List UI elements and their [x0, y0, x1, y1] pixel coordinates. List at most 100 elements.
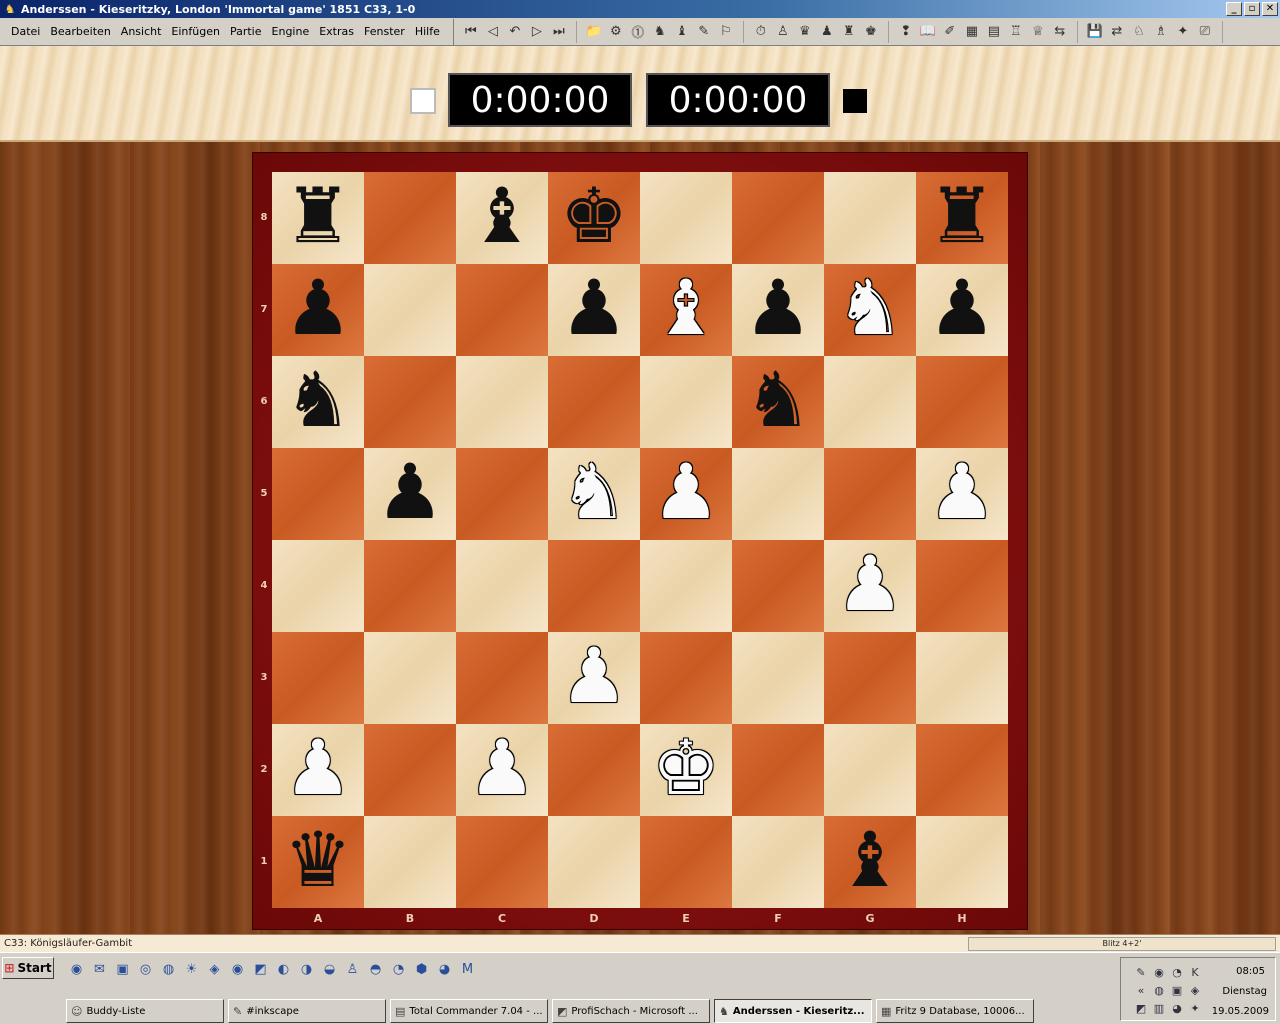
square-a1[interactable]: ♛ [272, 816, 364, 908]
white-king-icon[interactable]: ♚ [652, 730, 720, 806]
toolbar-group5-icon-4[interactable]: ✦ [1172, 21, 1194, 43]
toolbar-group4-icon-2[interactable]: ✐ [939, 21, 961, 43]
quicklaunch-icon-15[interactable]: ⬢ [411, 959, 432, 980]
menu-item-2[interactable]: Ansicht [116, 25, 167, 38]
toolbar-group2-icon-1[interactable]: ⚙ [605, 21, 627, 43]
toolbar-nav-icon-1[interactable]: ◁ [482, 21, 504, 43]
quicklaunch-icon-7[interactable]: ◉ [227, 959, 248, 980]
square-g3[interactable] [824, 632, 916, 724]
square-e1[interactable] [640, 816, 732, 908]
close-button[interactable]: ✕ [1262, 2, 1278, 16]
square-e6[interactable] [640, 356, 732, 448]
toolbar-nav-icon-0[interactable]: ⏮ [460, 21, 482, 43]
square-g8[interactable] [824, 172, 916, 264]
square-e3[interactable] [640, 632, 732, 724]
white-pawn-icon[interactable]: ♟ [928, 454, 996, 530]
taskbar-button-2[interactable]: ▤ Total Commander 7.04 - ... [390, 999, 548, 1023]
menu-item-5[interactable]: Engine [267, 25, 315, 38]
toolbar-group2-icon-0[interactable]: 📁 [583, 21, 605, 43]
menu-item-3[interactable]: Einfügen [166, 25, 225, 38]
toolbar-group5-icon-1[interactable]: ⇄ [1106, 21, 1128, 43]
square-c5[interactable] [456, 448, 548, 540]
square-h4[interactable] [916, 540, 1008, 632]
square-b3[interactable] [364, 632, 456, 724]
square-e5[interactable]: ♟ [640, 448, 732, 540]
taskbar-button-5[interactable]: ▦ Fritz 9 Database, 10006... [876, 999, 1034, 1023]
square-d3[interactable]: ♟ [548, 632, 640, 724]
square-d6[interactable] [548, 356, 640, 448]
menu-item-8[interactable]: Hilfe [410, 25, 445, 38]
square-c3[interactable] [456, 632, 548, 724]
black-king-icon[interactable]: ♚ [560, 178, 628, 254]
toolbar-group4-icon-6[interactable]: ♕ [1027, 21, 1049, 43]
square-h3[interactable] [916, 632, 1008, 724]
square-d1[interactable] [548, 816, 640, 908]
square-h6[interactable] [916, 356, 1008, 448]
square-g4[interactable]: ♟ [824, 540, 916, 632]
quicklaunch-icon-5[interactable]: ☀ [181, 959, 202, 980]
quicklaunch-icon-0[interactable]: ◉ [66, 959, 87, 980]
toolbar-group4-icon-5[interactable]: ♖ [1005, 21, 1027, 43]
toolbar-group2-icon-6[interactable]: ⚐ [715, 21, 737, 43]
square-f5[interactable] [732, 448, 824, 540]
square-b8[interactable] [364, 172, 456, 264]
quicklaunch-icon-17[interactable]: M [457, 959, 478, 980]
square-f1[interactable] [732, 816, 824, 908]
toolbar-group3-icon-5[interactable]: ♚ [860, 21, 882, 43]
black-pawn-icon[interactable]: ♟ [744, 270, 812, 346]
toolbar-group5-icon-5[interactable]: ⎚ [1194, 21, 1216, 43]
white-pawn-icon[interactable]: ♟ [284, 730, 352, 806]
black-pawn-icon[interactable]: ♟ [928, 270, 996, 346]
toolbar-group2-icon-5[interactable]: ✎ [693, 21, 715, 43]
toolbar-group4-icon-3[interactable]: ▦ [961, 21, 983, 43]
menu-item-7[interactable]: Fenster [359, 25, 410, 38]
tray-icon-3[interactable]: K [1187, 964, 1203, 980]
square-f4[interactable] [732, 540, 824, 632]
square-c1[interactable] [456, 816, 548, 908]
maximize-button[interactable]: ▫ [1244, 2, 1260, 16]
toolbar-group4-icon-1[interactable]: 📖 [917, 21, 939, 43]
white-pawn-icon[interactable]: ♟ [560, 638, 628, 714]
square-d2[interactable] [548, 724, 640, 816]
square-h5[interactable]: ♟ [916, 448, 1008, 540]
quicklaunch-icon-4[interactable]: ◍ [158, 959, 179, 980]
tray-icon-8[interactable]: ◩ [1133, 1000, 1149, 1016]
square-a3[interactable] [272, 632, 364, 724]
tray-icon-7[interactable]: ◈ [1187, 982, 1203, 998]
toolbar-group2-icon-4[interactable]: ♝ [671, 21, 693, 43]
start-button[interactable]: ⊞ Start [2, 957, 54, 979]
square-b5[interactable]: ♟ [364, 448, 456, 540]
quicklaunch-icon-8[interactable]: ◩ [250, 959, 271, 980]
taskbar-button-3[interactable]: ◩ ProfiSchach - Microsoft ... [552, 999, 710, 1023]
square-e7[interactable]: ♝ [640, 264, 732, 356]
square-a5[interactable] [272, 448, 364, 540]
tray-icon-6[interactable]: ▣ [1169, 982, 1185, 998]
square-a7[interactable]: ♟ [272, 264, 364, 356]
black-pawn-icon[interactable]: ♟ [376, 454, 444, 530]
square-c6[interactable] [456, 356, 548, 448]
white-pawn-icon[interactable]: ♟ [468, 730, 536, 806]
square-g1[interactable]: ♝ [824, 816, 916, 908]
square-f8[interactable] [732, 172, 824, 264]
toolbar-group4-icon-0[interactable]: ❢ [895, 21, 917, 43]
quicklaunch-icon-2[interactable]: ▣ [112, 959, 133, 980]
quicklaunch-icon-12[interactable]: ♙ [342, 959, 363, 980]
white-pawn-icon[interactable]: ♟ [836, 546, 904, 622]
square-f3[interactable] [732, 632, 824, 724]
tray-icon-9[interactable]: ▥ [1151, 1000, 1167, 1016]
toolbar-group5-icon-3[interactable]: ♗ [1150, 21, 1172, 43]
black-pawn-icon[interactable]: ♟ [284, 270, 352, 346]
square-f6[interactable]: ♞ [732, 356, 824, 448]
square-h1[interactable] [916, 816, 1008, 908]
quicklaunch-icon-13[interactable]: ◓ [365, 959, 386, 980]
toolbar-group5-icon-2[interactable]: ♘ [1128, 21, 1150, 43]
tray-icon-11[interactable]: ✦ [1187, 1000, 1203, 1016]
square-a4[interactable] [272, 540, 364, 632]
square-d7[interactable]: ♟ [548, 264, 640, 356]
square-b7[interactable] [364, 264, 456, 356]
square-c4[interactable] [456, 540, 548, 632]
black-pawn-icon[interactable]: ♟ [560, 270, 628, 346]
square-b2[interactable] [364, 724, 456, 816]
toolbar-group3-icon-0[interactable]: ⏱ [750, 21, 772, 43]
chess-board[interactable]: ♜ ♝ ♚ ♜ ♟ ♟ ♝ ♟ ♞ ♟ ♞ ♞ ♟ ♞ ♟ ♟ ♟ ♟ ♟ ♟ ♚ ♛ ♝ [272, 172, 1008, 908]
